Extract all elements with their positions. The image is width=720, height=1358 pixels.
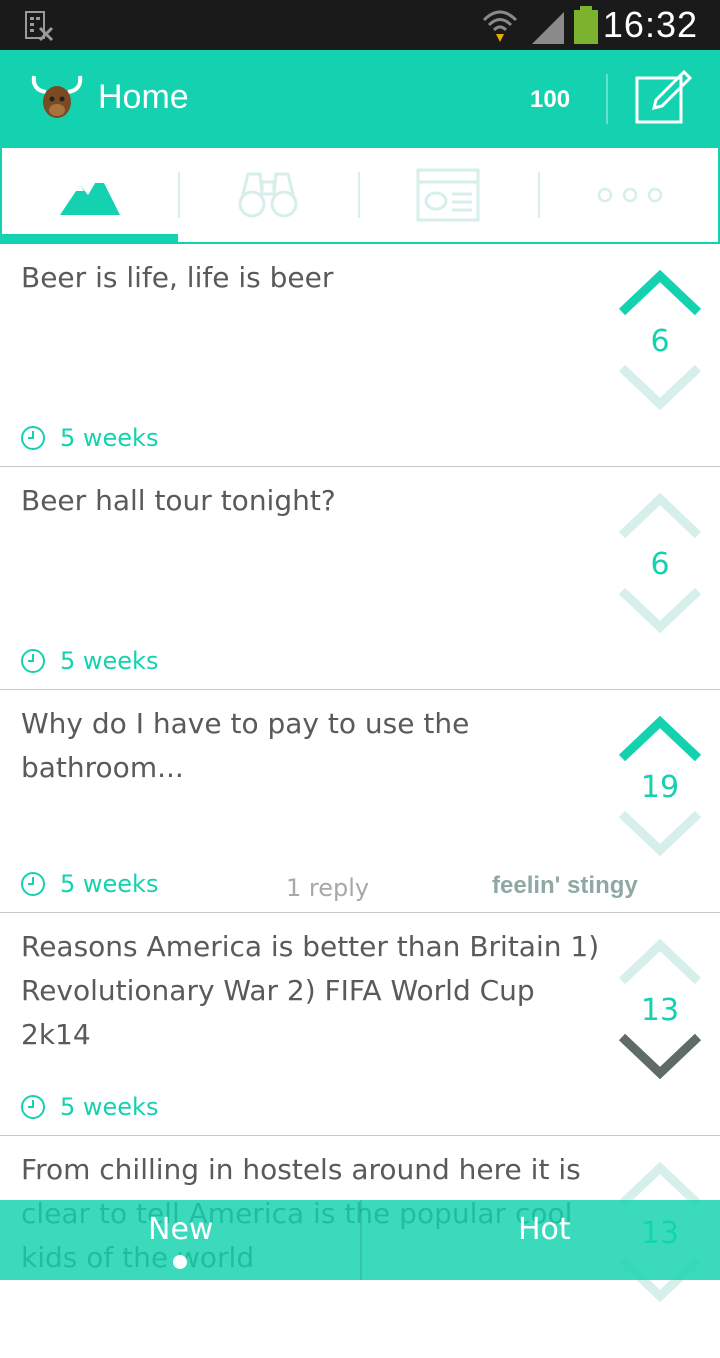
clock-icon [21, 872, 45, 896]
tab-divider [538, 172, 540, 218]
signal-icon [532, 12, 564, 44]
post-time: 5 weeks [20, 870, 158, 898]
active-tab-indicator [2, 234, 178, 242]
list-item[interactable]: Beer is life, life is beer 5 weeks 6 [0, 244, 720, 467]
post-time-label: 5 weeks [60, 870, 159, 898]
more-dots-icon [597, 187, 663, 203]
karma-count[interactable]: 100 [530, 86, 570, 114]
clock-icon [21, 426, 45, 450]
post-text: Beer hall tour tonight? [21, 484, 336, 517]
tab-new[interactable]: New [148, 1212, 213, 1247]
bottom-divider [360, 1200, 362, 1280]
binoculars-icon [238, 172, 298, 218]
post-time-label: 5 weeks [60, 1093, 159, 1121]
list-item[interactable]: Reasons America is better than Britain 1… [0, 913, 720, 1136]
bottom-sort-bar: New Hot [0, 1200, 720, 1280]
downvote-icon[interactable] [616, 1031, 704, 1081]
tab-peek[interactable] [180, 148, 356, 242]
post-time: 5 weeks [20, 1093, 158, 1121]
battery-icon [574, 6, 598, 44]
vote-control: 19 [616, 714, 704, 857]
downvote-icon[interactable] [616, 808, 704, 858]
upvote-icon[interactable] [616, 714, 704, 764]
post-time: 5 weeks [20, 647, 158, 675]
vote-count: 19 [640, 770, 680, 805]
yak-logo-icon[interactable] [30, 72, 84, 126]
upvote-icon[interactable] [616, 268, 704, 318]
post-text: Why do I have to pay to use the bathroom… [21, 707, 470, 784]
vote-count: 6 [650, 324, 670, 359]
list-item[interactable]: Beer hall tour tonight? 5 weeks 6 [0, 467, 720, 690]
header-divider [606, 74, 608, 124]
vote-count: 13 [640, 993, 680, 1028]
vote-count: 6 [650, 547, 670, 582]
downvote-icon[interactable] [616, 585, 704, 635]
tab-local[interactable] [2, 148, 178, 242]
page-title: Home [98, 78, 189, 116]
post-time-label: 5 weeks [60, 424, 159, 452]
post-text: Beer is life, life is beer [21, 261, 334, 294]
upvote-icon[interactable] [616, 937, 704, 987]
wifi-icon [482, 10, 518, 42]
post-text: Reasons America is better than Britain 1… [21, 930, 600, 1051]
compose-icon[interactable] [634, 70, 694, 126]
notification-icon [25, 11, 54, 42]
status-clock: 16:32 [602, 4, 698, 45]
clock-icon [21, 1095, 45, 1119]
downvote-icon[interactable] [616, 362, 704, 412]
clock-icon [21, 649, 45, 673]
post-handle: feelin' stingy [492, 872, 638, 899]
tab-me[interactable] [360, 148, 536, 242]
reply-count[interactable]: 1 reply [286, 874, 369, 902]
id-card-icon [416, 168, 480, 222]
list-item[interactable]: Why do I have to pay to use the bathroom… [0, 690, 720, 913]
vote-control: 13 [616, 937, 704, 1080]
post-time-label: 5 weeks [60, 647, 159, 675]
tab-more[interactable] [542, 148, 718, 242]
active-sort-indicator [173, 1255, 187, 1269]
status-bar: 16:32 [0, 0, 720, 50]
post-time: 5 weeks [20, 424, 158, 452]
vote-control: 6 [616, 491, 704, 634]
mountains-icon [60, 175, 120, 215]
upvote-icon[interactable] [616, 491, 704, 541]
tab-bar [0, 146, 720, 244]
vote-control: 6 [616, 268, 704, 411]
tab-hot[interactable]: Hot [518, 1212, 571, 1247]
app-bar: Home 100 [0, 50, 720, 146]
